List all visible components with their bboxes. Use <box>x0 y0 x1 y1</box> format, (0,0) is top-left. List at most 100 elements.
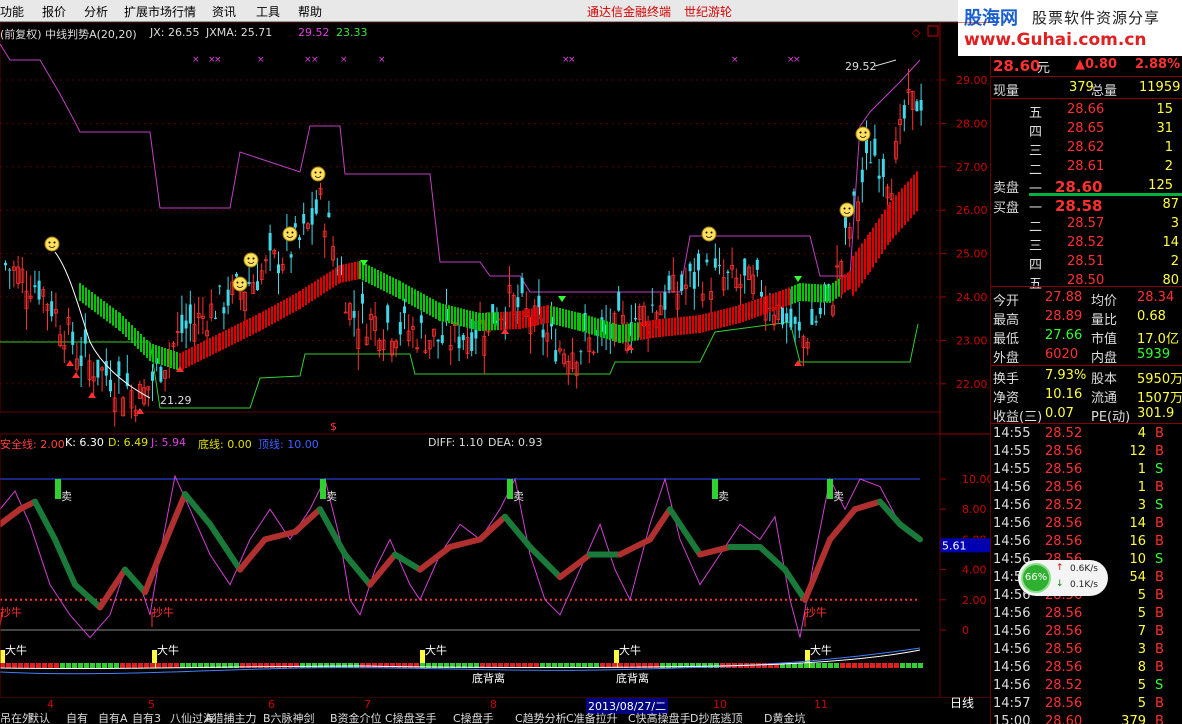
mark-x-icon: × <box>192 55 200 65</box>
tick-row: 14:55 28.56 12 B <box>991 443 1182 461</box>
formula-tab[interactable]: 自有3 <box>132 713 161 724</box>
macd-block <box>120 663 125 668</box>
formula-tab[interactable]: 自有 <box>66 713 88 724</box>
net-speed-widget[interactable]: 66% ↑ 0.6K/s ↓ 0.1K/s <box>1018 560 1108 596</box>
now-volume-label: 现量 <box>993 84 1020 99</box>
candle-body <box>226 289 230 306</box>
candle-body <box>289 254 293 258</box>
candle-body <box>688 263 692 272</box>
macd-block <box>396 663 401 668</box>
formula-tab[interactable]: 自有A <box>98 713 128 724</box>
chart-area[interactable]: 29.00 28.00 27.00 26.00 25.00 24.00 23.00 22.00… <box>0 21 994 699</box>
k-value: K: 6.30 <box>65 436 104 449</box>
candle-body <box>860 169 864 183</box>
bottom-line-value: 底线: 0.00 <box>198 438 252 451</box>
divider <box>991 76 1182 77</box>
buy-signal-label: 抄牛 <box>152 605 174 619</box>
ask-price: 28.61 <box>1067 159 1105 174</box>
ask-level-label: 三 <box>1029 144 1043 159</box>
macd-block <box>876 663 881 668</box>
formula-tab[interactable]: C趋势分析 <box>515 713 567 724</box>
candle-body <box>247 281 251 284</box>
macd-block <box>42 663 47 668</box>
mark-x-icon: × <box>793 55 801 65</box>
formula-tab[interactable]: B资金介位 <box>330 713 382 724</box>
candle-body <box>785 313 789 323</box>
stat-row: 最高 28.89 量比 0.68 <box>991 308 1182 328</box>
macd-block <box>390 663 395 668</box>
bid-price: 28.51 <box>1067 254 1105 269</box>
stat-label: 流通 <box>1091 391 1118 406</box>
candle-body <box>718 265 721 267</box>
menu-item-news[interactable]: 资讯 <box>212 3 236 20</box>
menu-item-function[interactable]: 功能 <box>0 3 24 20</box>
buy-arrow-icon <box>72 372 80 378</box>
ask-level: 二 28.61 2 <box>991 158 1182 178</box>
stat-label: 内盘 <box>1091 351 1118 366</box>
tick-side: B <box>1155 642 1164 657</box>
k-ribbon-segment <box>72 581 103 611</box>
candle-body <box>810 309 814 325</box>
tick-volume: 5 <box>1137 588 1146 603</box>
ask-level: 四 28.65 31 <box>991 120 1182 140</box>
stat-value: 17.0亿 <box>1137 332 1179 347</box>
x-label: 11 <box>814 698 828 711</box>
formula-tab[interactable]: C准备拉升 <box>566 713 618 724</box>
bid-price: 28.52 <box>1067 235 1105 250</box>
menu-item-help[interactable]: 帮助 <box>298 3 322 20</box>
bull-signal-label: 大牛 <box>425 643 447 657</box>
jxma-value: JXMA: 25.71 <box>206 26 273 39</box>
price-change-pct: 2.88% <box>1135 57 1181 72</box>
tick-time: 14:56 <box>993 624 1031 639</box>
candle-body <box>298 237 301 240</box>
ask-price: 28.65 <box>1067 121 1105 136</box>
candle-body <box>793 317 797 324</box>
smiley-eye <box>859 131 862 134</box>
macd-block <box>834 663 839 668</box>
formula-tab[interactable]: 默认 <box>28 713 50 724</box>
x-label: 10 <box>713 698 727 711</box>
sell-signal-label: 卖 <box>326 490 337 503</box>
macd-block <box>156 663 161 668</box>
candle-body <box>634 317 637 320</box>
tick-time: 14:56 <box>993 642 1031 657</box>
ask-level: 五 28.66 15 <box>991 101 1182 121</box>
candle-body <box>419 315 423 323</box>
menu-item-analysis[interactable]: 分析 <box>84 3 108 20</box>
tick-price: 28.56 <box>1045 624 1083 639</box>
candle-body <box>37 280 41 300</box>
price-axis-label: 27.00 <box>956 161 988 174</box>
formula-tab[interactable]: D抄底逃顶 <box>690 713 742 724</box>
formula-tab[interactable]: C操盘圣手 <box>385 713 437 724</box>
divergence-label: 底背离 <box>472 671 505 685</box>
menu-item-extended-market[interactable]: 扩展市场行情 <box>124 3 196 20</box>
period-daily[interactable]: 日线 <box>950 697 974 709</box>
candle-body <box>902 105 906 119</box>
formula-tab[interactable]: C快高操盘手 <box>628 713 691 724</box>
k-ribbon-segment <box>502 513 533 550</box>
sub-axis-label: 8.00 <box>962 503 987 516</box>
formula-tab[interactable]: B六脉神剑 <box>263 713 315 724</box>
formula-tab[interactable]: D黄金坑 <box>764 713 805 724</box>
macd-block <box>6 663 11 668</box>
ask-level-label: 五 <box>1029 106 1043 121</box>
stat-label: 量比 <box>1091 313 1118 328</box>
price-axis-label: 24.00 <box>956 291 988 304</box>
formula-tab[interactable]: A猎捕主力 <box>205 713 257 724</box>
menu-item-quote[interactable]: 报价 <box>42 3 66 20</box>
candle-body <box>361 293 364 304</box>
price-unit: 元 <box>1037 61 1051 76</box>
menu-item-tools[interactable]: 工具 <box>256 3 280 20</box>
formula-tab[interactable]: C操盘手 <box>453 713 494 724</box>
candle-body <box>235 273 238 277</box>
smiley-eye <box>319 171 322 174</box>
price-axis-label: 25.00 <box>956 248 988 261</box>
macd-block <box>258 663 263 668</box>
macd-block <box>378 663 383 668</box>
k-ribbon-segment <box>342 551 373 588</box>
candle-body <box>705 259 709 263</box>
k-ribbon-segment <box>392 551 423 573</box>
kline-canvas[interactable]: 29.00 28.00 27.00 26.00 25.00 24.00 23.00 22.00… <box>0 21 994 699</box>
candle-body <box>692 271 696 289</box>
macd-block <box>918 663 923 668</box>
